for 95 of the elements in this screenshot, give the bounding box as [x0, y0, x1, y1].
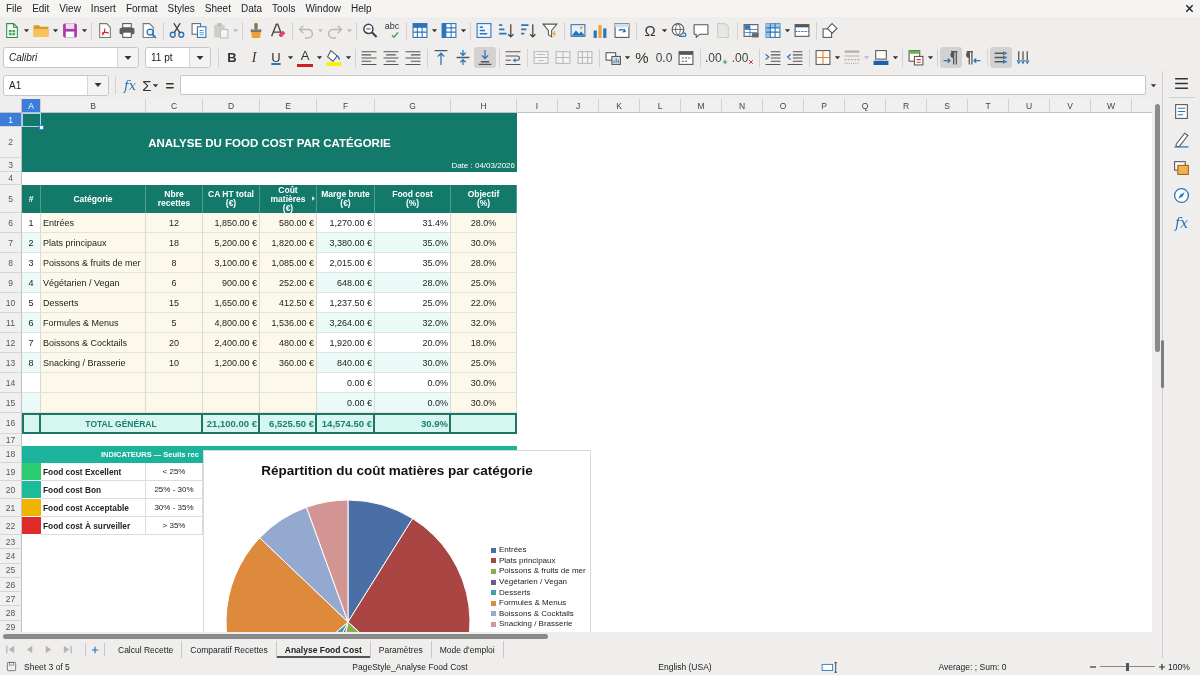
- table-cell: 0.0%: [375, 373, 451, 393]
- legend-label: Formules & Menus: [499, 598, 567, 609]
- table-cell: 480.00 €: [260, 333, 317, 353]
- table-cell: 32.0%: [375, 313, 451, 333]
- table-cell: 580.00 €: [260, 213, 317, 233]
- table-cell: 30.0%: [375, 353, 451, 373]
- table-cell: 22.0%: [451, 293, 517, 313]
- table-cell: 1,650.00 €: [203, 293, 260, 313]
- table-cell: 3,264.00 €: [317, 313, 375, 333]
- table-cell: 6: [22, 313, 41, 333]
- table-cell: 30.0%: [451, 373, 517, 393]
- table-cell: 5,200.00 €: [203, 233, 260, 253]
- legend-label: Végétarien / Vegan: [499, 577, 568, 588]
- table-cell: Boissons & Cocktails: [41, 333, 146, 353]
- table-cell: 1,237.50 €: [317, 293, 375, 313]
- table-cell: 1,920.00 €: [317, 333, 375, 353]
- table-cell: 18: [146, 233, 203, 253]
- table-cell: Entrées: [41, 213, 146, 233]
- table-cell: 648.00 €: [317, 273, 375, 293]
- language-label: English (USA): [658, 661, 712, 672]
- table-cell: 252.00 €: [260, 273, 317, 293]
- table-cell: 18.0%: [451, 333, 517, 353]
- table-cell: 7: [22, 333, 41, 353]
- table-cell: 900.00 €: [203, 273, 260, 293]
- table-cell: 25.0%: [375, 293, 451, 313]
- legend-label: Desserts: [499, 587, 531, 598]
- page-style-label: PageStyle_Analyse Food Cost: [352, 661, 468, 672]
- table-cell: 1,536.00 €: [260, 313, 317, 333]
- table-cell: 35.0%: [375, 253, 451, 273]
- table-cell: 31.4%: [375, 213, 451, 233]
- table-cell: 5: [146, 313, 203, 333]
- table-cell: Snacking / Brasserie: [41, 353, 146, 373]
- sheet-indicator: Sheet 3 of 5: [24, 661, 70, 672]
- table-cell: 2: [22, 233, 41, 253]
- table-cell: 28.0%: [451, 253, 517, 273]
- table-cell: Food cost Excellent: [41, 463, 146, 481]
- table-cell: 28.0%: [451, 213, 517, 233]
- table-cell: 8: [22, 353, 41, 373]
- table-cell: Poissons & fruits de mer: [41, 253, 146, 273]
- table-cell: 30.0%: [451, 233, 517, 253]
- table-cell: 0.00 €: [317, 393, 375, 413]
- table-cell: 1: [22, 213, 41, 233]
- table-cell: 21,100.00 €: [203, 415, 260, 432]
- table-cell: 25.0%: [451, 273, 517, 293]
- table-cell: 0.00 €: [317, 373, 375, 393]
- legend-label: Plats principaux: [499, 555, 556, 566]
- table-cell: 32.0%: [451, 313, 517, 333]
- table-cell: 3: [22, 253, 41, 273]
- chart-title: Répartition du coût matières par catégorie: [261, 463, 533, 478]
- table-cell: 3,100.00 €: [203, 253, 260, 273]
- table-cell: 28.0%: [375, 273, 451, 293]
- table-cell: 10: [146, 353, 203, 373]
- table-cell: Food cost Bon: [41, 481, 146, 499]
- legend-label: Snacking / Brasserie: [499, 619, 573, 630]
- table-cell: 6,525.50 €: [260, 415, 317, 432]
- table-cell: 25.0%: [451, 353, 517, 373]
- table-cell: 1,200.00 €: [203, 353, 260, 373]
- table-cell: 6: [146, 273, 203, 293]
- table-cell: 2,400.00 €: [203, 333, 260, 353]
- table-cell: Plats principaux: [41, 233, 146, 253]
- table-cell: 2,015.00 €: [317, 253, 375, 273]
- legend-label: Entrées: [499, 545, 527, 556]
- table-cell: Desserts: [41, 293, 146, 313]
- date-label: Date : 04/03/2026: [451, 160, 515, 170]
- table-cell: TOTAL GÉNÉRAL: [39, 415, 203, 432]
- table-cell: 15: [146, 293, 203, 313]
- table-cell: Food cost À surveiller: [41, 517, 146, 535]
- table-cell: 1,850.00 €: [203, 213, 260, 233]
- table-cell: 4: [22, 273, 41, 293]
- table-cell: 12: [146, 213, 203, 233]
- zoom-level: 100%: [1168, 661, 1190, 672]
- table-cell: 840.00 €: [317, 353, 375, 373]
- legend-label: Poissons & fruits de mer: [499, 566, 586, 577]
- table-cell: 3,380.00 €: [317, 233, 375, 253]
- legend-label: Boissons & Cocktails: [499, 608, 574, 619]
- table-cell: 20.0%: [375, 333, 451, 353]
- table-cell: 14,574.50 €: [317, 415, 375, 432]
- table-cell: 8: [146, 253, 203, 273]
- table-cell: 360.00 €: [260, 353, 317, 373]
- table-cell: 1,085.00 €: [260, 253, 317, 273]
- table-cell: 30.9%: [375, 415, 451, 432]
- sheet-title: ANALYSE DU FOOD COST PAR CATÉGORIE: [148, 136, 391, 149]
- table-cell: 30.0%: [451, 393, 517, 413]
- table-cell: 1,820.00 €: [260, 233, 317, 253]
- table-cell: 1,270.00 €: [317, 213, 375, 233]
- table-cell: 35.0%: [375, 233, 451, 253]
- selection-summary: Average: ; Sum: 0: [938, 661, 1007, 672]
- table-cell: 4,800.00 €: [203, 313, 260, 333]
- table-cell: 412.50 €: [260, 293, 317, 313]
- table-cell: Food cost Acceptable: [41, 499, 146, 517]
- table-cell: 5: [22, 293, 41, 313]
- table-cell: 20: [146, 333, 203, 353]
- table-cell: Formules & Menus: [41, 313, 146, 333]
- table-cell: Végétarien / Vegan: [41, 273, 146, 293]
- table-cell: 0.0%: [375, 393, 451, 413]
